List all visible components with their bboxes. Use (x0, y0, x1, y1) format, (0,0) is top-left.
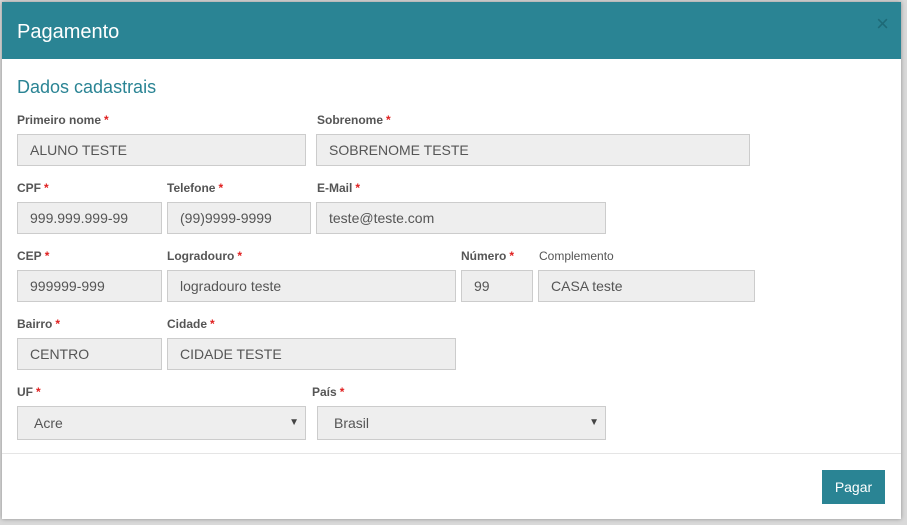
country-select[interactable]: Brasil ▼ (317, 406, 606, 440)
cep-label-text: CEP (17, 249, 42, 263)
number-input[interactable] (461, 270, 533, 302)
last-name-label-text: Sobrenome (317, 113, 384, 127)
footer-divider (2, 453, 901, 454)
cep-input[interactable] (17, 270, 162, 302)
email-input[interactable] (316, 202, 606, 234)
neighborhood-input[interactable] (17, 338, 162, 370)
street-input[interactable] (167, 270, 456, 302)
phone-label-text: Telefone (167, 181, 216, 195)
state-label-text: UF (17, 385, 33, 399)
cpf-label-text: CPF (17, 181, 41, 195)
city-label-text: Cidade (167, 317, 208, 331)
complement-input[interactable] (538, 270, 755, 302)
country-label-text: País (312, 385, 337, 399)
phone-label: Telefone * (167, 181, 223, 195)
required-mark: * (44, 181, 49, 195)
first-name-label-text: Primeiro nome (17, 113, 102, 127)
payment-modal: Pagamento × Dados cadastrais Primeiro no… (2, 2, 901, 519)
chevron-down-icon: ▼ (589, 417, 599, 428)
modal-title: Pagamento (17, 21, 120, 43)
required-mark: * (386, 113, 391, 127)
number-label: Número * (461, 249, 514, 263)
number-label-text: Número (461, 249, 507, 263)
chevron-down-icon: ▼ (289, 417, 299, 428)
required-mark: * (36, 385, 41, 399)
city-label: Cidade * (167, 317, 215, 331)
required-mark: * (237, 249, 242, 263)
required-mark: * (210, 317, 215, 331)
first-name-label: Primeiro nome * (17, 113, 109, 127)
street-label: Logradouro * (167, 249, 242, 263)
required-mark: * (44, 249, 50, 263)
required-mark: * (104, 113, 109, 127)
cpf-label: CPF * (17, 181, 49, 195)
country-selected-value: Brasil (334, 415, 370, 431)
last-name-label: Sobrenome * (317, 113, 391, 127)
required-mark: * (509, 249, 515, 263)
country-label: País * (312, 385, 344, 399)
email-label-text: E-Mail (317, 181, 353, 195)
required-mark: * (218, 181, 224, 195)
required-mark: * (339, 385, 345, 399)
state-selected-value: Acre (34, 415, 63, 431)
last-name-input[interactable] (316, 134, 750, 166)
street-label-text: Logradouro (167, 249, 235, 263)
required-mark: * (55, 317, 61, 331)
complement-label: Complemento (539, 249, 614, 263)
section-title: Dados cadastrais (17, 77, 157, 97)
city-input[interactable] (167, 338, 456, 370)
pay-button[interactable]: Pagar (822, 470, 885, 504)
close-icon[interactable]: × (876, 13, 889, 35)
state-select[interactable]: Acre ▼ (17, 406, 306, 440)
cep-label: CEP * (17, 249, 49, 263)
first-name-input[interactable] (17, 134, 306, 166)
neighborhood-label-text: Bairro (17, 317, 53, 331)
phone-input[interactable] (167, 202, 311, 234)
neighborhood-label: Bairro * (17, 317, 60, 331)
modal-header: Pagamento × (2, 2, 901, 59)
email-label: E-Mail * (317, 181, 360, 195)
cpf-input[interactable] (17, 202, 162, 234)
required-mark: * (355, 181, 361, 195)
state-label: UF * (17, 385, 41, 399)
